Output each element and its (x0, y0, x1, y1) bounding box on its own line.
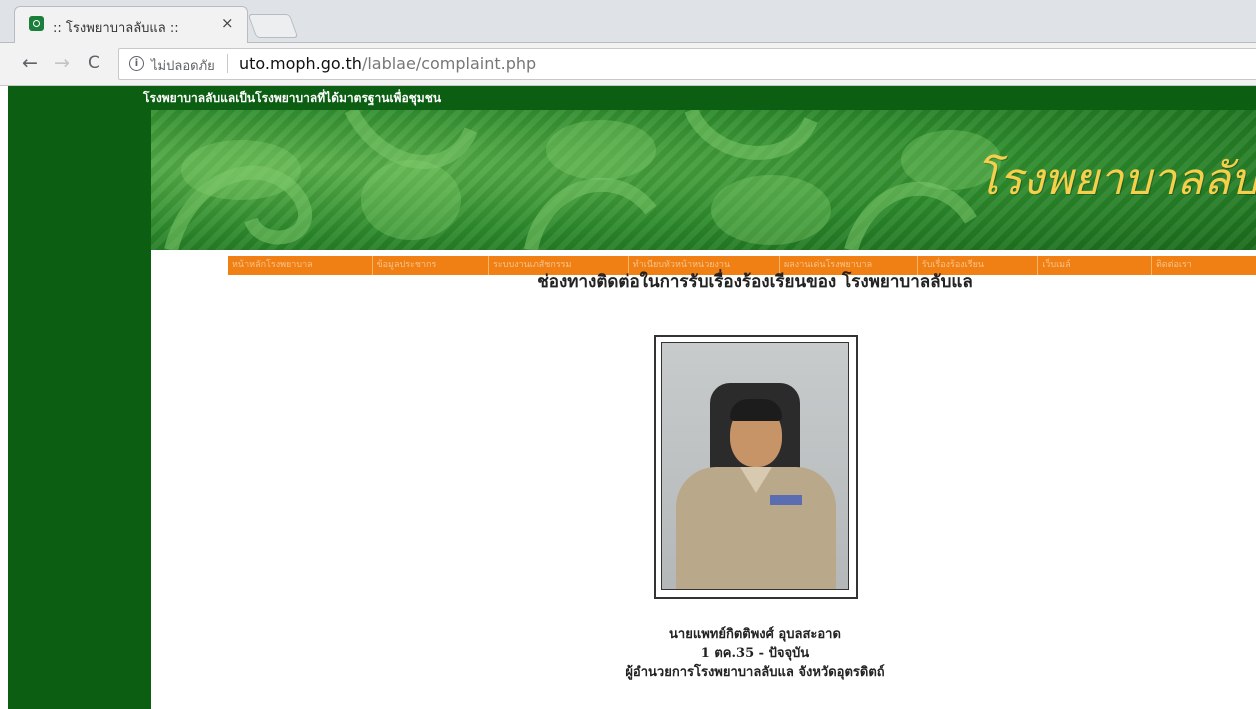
new-tab-button[interactable] (247, 14, 299, 38)
director-position: ผู้อำนวยการโรงพยาบาลลับแล จังหวัดอุตรดิต… (625, 665, 885, 680)
browser-toolbar: ← → C i ไม่ปลอดภัย uto.moph.go.th/lablae… (0, 43, 1256, 86)
page-heading: ช่องทางติดต่อในการรับเรื่องร้องเรียนของ … (537, 272, 973, 292)
favicon-icon (29, 16, 44, 31)
banner-title: โรงพยาบาลลับ (975, 154, 1256, 205)
security-label[interactable]: ไม่ปลอดภัย (151, 55, 215, 76)
tab-title: :: โรงพยาบาลลับแล :: (53, 21, 179, 36)
photo-hair (730, 399, 782, 421)
web-page: โรงพยาบาลลับแลเป็นโรงพยาบาลที่ได้มาตรฐาน… (0, 86, 1256, 709)
site-slogan: โรงพยาบาลลับแลเป็นโรงพยาบาลที่ได้มาตรฐาน… (143, 91, 442, 105)
photo-badge (770, 495, 802, 505)
photo-image (661, 342, 849, 590)
browser-tab[interactable]: :: โรงพยาบาลลับแล :: × (14, 6, 248, 43)
director-name: นายแพทย์กิตติพงศ์ อุบลสะอาด (669, 627, 841, 642)
url-text[interactable]: uto.moph.go.th/lablae/complaint.php (239, 54, 536, 73)
address-bar[interactable]: i ไม่ปลอดภัย uto.moph.go.th/lablae/compl… (118, 48, 1256, 80)
director-tenure: 1 ตค.35 - ปัจจุบัน (700, 646, 810, 661)
info-icon[interactable]: i (129, 56, 144, 71)
close-tab-icon[interactable]: × (221, 14, 234, 32)
reload-button[interactable]: C (88, 53, 100, 73)
header-banner: โรงพยาบาลลับ (151, 110, 1256, 250)
url-divider (227, 54, 228, 73)
forward-button[interactable]: → (54, 52, 70, 74)
browser-tab-bar: :: โรงพยาบาลลับแล :: × (0, 0, 1256, 43)
url-path: /lablae/complaint.php (361, 54, 537, 73)
url-host: uto.moph.go.th (239, 54, 362, 73)
back-button[interactable]: ← (22, 52, 38, 74)
director-photo (654, 335, 858, 599)
left-green-bar (8, 86, 151, 709)
